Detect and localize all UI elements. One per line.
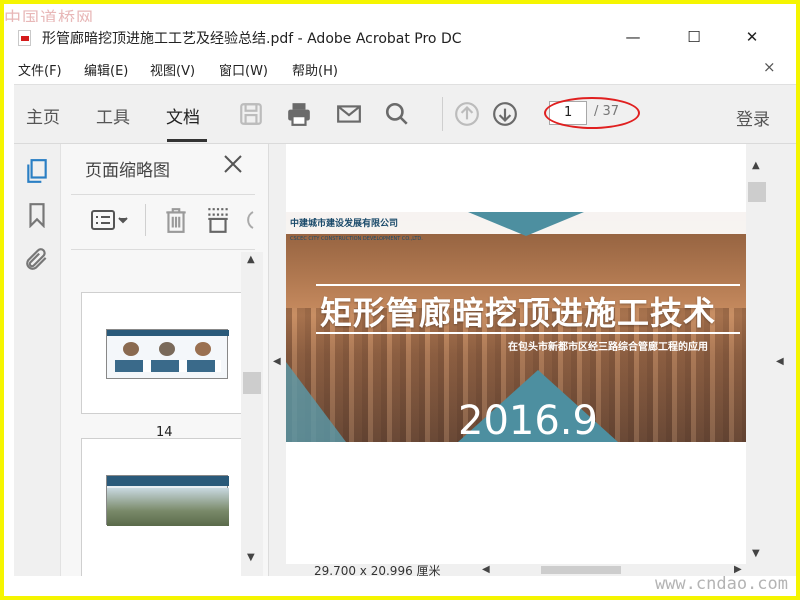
company-name: 中建城市建设发展有限公司 xyxy=(290,219,399,229)
left-rail xyxy=(14,144,60,576)
teal-triangle-left xyxy=(286,362,346,442)
expand-right-pane-icon[interactable]: ◀ xyxy=(776,356,784,367)
insert-page-icon[interactable] xyxy=(205,206,231,234)
watermark-bottom: www.cndao.com xyxy=(654,574,788,594)
thumbnail-list: 14 xyxy=(61,252,245,576)
close-window-button[interactable]: ✕ xyxy=(739,25,765,49)
toolbar-separator xyxy=(442,97,443,131)
thumbnail-scrollbar[interactable]: ▲ ▼ xyxy=(241,252,263,576)
active-tab-indicator xyxy=(167,139,207,142)
close-document-button[interactable]: × xyxy=(763,58,776,76)
app-frame: 中国道桥网 形管廊暗挖顶进施工工艺及经验总结.pdf - Adobe Acrob… xyxy=(4,4,796,596)
right-rail: ◀ xyxy=(768,144,796,576)
tab-document[interactable]: 文档 xyxy=(166,103,200,128)
doc-scrollbar-thumb[interactable] xyxy=(748,182,766,202)
bookmark-icon[interactable] xyxy=(24,202,50,229)
menu-view[interactable]: 视图(V) xyxy=(150,60,195,79)
title-rule-top xyxy=(316,284,740,286)
panel-close-icon[interactable] xyxy=(221,152,245,176)
menu-bar: 文件(F) 编辑(E) 视图(V) 窗口(W) 帮助(H) × xyxy=(4,56,796,80)
document-subtitle: 在包头市新都市区经三路综合管廊工程的应用 xyxy=(508,342,708,353)
maximize-button[interactable]: ☐ xyxy=(681,25,707,49)
hscroll-left-icon[interactable]: ◀ xyxy=(482,564,490,575)
panel-divider xyxy=(71,194,255,195)
page-size-readout: 29.700 x 20.996 厘米 xyxy=(314,564,441,578)
scrollbar-thumb[interactable] xyxy=(243,372,261,394)
thumbnail-page-14[interactable]: 14 xyxy=(81,292,243,440)
menu-file[interactable]: 文件(F) xyxy=(18,60,62,79)
panel-title: 页面缩略图 xyxy=(85,161,170,181)
document-year: 2016.9 xyxy=(458,398,598,442)
scroll-down-arrow-icon[interactable]: ▼ xyxy=(247,552,255,563)
menu-help[interactable]: 帮助(H) xyxy=(292,60,338,79)
tab-tools[interactable]: 工具 xyxy=(96,103,130,128)
thumbnail-options-icon[interactable] xyxy=(91,208,131,234)
attachment-icon[interactable] xyxy=(24,246,50,272)
tab-home[interactable]: 主页 xyxy=(26,103,60,128)
thumbnail-preview xyxy=(106,329,229,379)
toolbar: 主页 工具 文档 1 / 37 登录 xyxy=(14,84,796,144)
menu-window[interactable]: 窗口(W) xyxy=(219,60,268,79)
document-title: 矩形管廊暗挖顶进施工技术 xyxy=(320,294,717,332)
page-thumbnails-icon[interactable] xyxy=(24,158,50,184)
title-rule-bottom xyxy=(316,332,740,334)
scroll-up-arrow-icon[interactable]: ▲ xyxy=(247,254,255,265)
cover-banner: 中建城市建设发展有限公司 CSCEC CITY CONSTRUCTION DEV… xyxy=(286,212,746,442)
collapse-panel-icon[interactable]: ◀ xyxy=(273,356,281,367)
document-scrollbar[interactable]: ▲ ▼ xyxy=(746,144,768,564)
doc-scroll-down-icon[interactable]: ▼ xyxy=(752,548,760,559)
search-icon[interactable] xyxy=(382,99,412,129)
doc-scroll-up-icon[interactable]: ▲ xyxy=(752,160,760,171)
pdf-file-icon xyxy=(18,30,31,46)
title-bar: 形管廊暗挖顶进施工工艺及经验总结.pdf - Adobe Acrobat Pro… xyxy=(4,22,796,52)
thumbnail-page-next[interactable] xyxy=(81,438,243,576)
company-name-en: CSCEC CITY CONSTRUCTION DEVELOPMENT CO.,… xyxy=(290,236,423,242)
page-down-icon[interactable] xyxy=(490,99,520,129)
minimize-button[interactable]: — xyxy=(620,25,646,49)
window-title: 形管廊暗挖顶进施工工艺及经验总结.pdf - Adobe Acrobat Pro… xyxy=(42,31,462,47)
document-view: 中建城市建设发展有限公司 CSCEC CITY CONSTRUCTION DEV… xyxy=(286,144,746,564)
panel-tool-separator xyxy=(145,204,146,236)
panel-divider-2 xyxy=(71,249,255,250)
thumbnail-preview xyxy=(106,475,229,526)
menu-edit[interactable]: 编辑(E) xyxy=(84,60,128,79)
thumbnail-panel: 页面缩略图 14 ▲ ▼ xyxy=(60,144,268,576)
email-icon[interactable] xyxy=(334,99,364,129)
login-button[interactable]: 登录 xyxy=(736,105,770,130)
page-up-icon[interactable] xyxy=(452,99,482,129)
highlight-oval xyxy=(544,97,640,129)
delete-page-icon[interactable] xyxy=(163,206,189,234)
horizontal-scrollbar-thumb[interactable] xyxy=(541,566,621,574)
teal-triangle-top xyxy=(468,212,584,236)
save-icon[interactable] xyxy=(236,99,266,129)
panel-splitter[interactable]: ◀ xyxy=(268,144,286,576)
rotate-page-icon[interactable] xyxy=(241,208,255,232)
print-icon[interactable] xyxy=(284,99,314,129)
